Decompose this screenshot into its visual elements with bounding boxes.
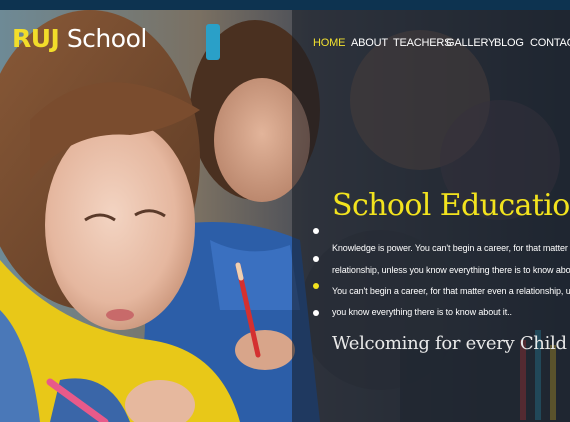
hero-description-line: Knowledge is power. You can't begin a ca… bbox=[332, 243, 570, 253]
nav-teachers[interactable]: TEACHERS bbox=[393, 37, 452, 49]
nav-gallery[interactable]: GALLERY bbox=[446, 37, 495, 49]
slider-dot-4[interactable] bbox=[313, 310, 319, 316]
nav-about[interactable]: ABOUT bbox=[351, 37, 388, 49]
slider-dot-3[interactable] bbox=[313, 283, 319, 289]
nav-home[interactable]: HOME bbox=[313, 37, 345, 49]
nav-contact[interactable]: CONTACT bbox=[530, 37, 570, 49]
slider-dot-1[interactable] bbox=[313, 228, 319, 234]
main-nav: HOME ABOUT TEACHERS GALLERY BLOG CONTACT bbox=[0, 37, 570, 53]
hero-description-line: you know everything there is to know abo… bbox=[332, 307, 512, 317]
hero-description-line: relationship, unless you know everything… bbox=[332, 265, 570, 275]
page: RUJ School HOME ABOUT TEACHERS GALLERY B… bbox=[0, 0, 570, 422]
top-bar bbox=[0, 0, 570, 10]
nav-blog[interactable]: BLOG bbox=[494, 37, 524, 49]
slider-dot-2[interactable] bbox=[313, 256, 319, 262]
hero-title: School Education bbox=[332, 188, 570, 223]
hero-description-line: You can't begin a career, for that matte… bbox=[332, 286, 570, 296]
hero-welcome-text: Welcoming for every Child bbox=[332, 333, 567, 354]
